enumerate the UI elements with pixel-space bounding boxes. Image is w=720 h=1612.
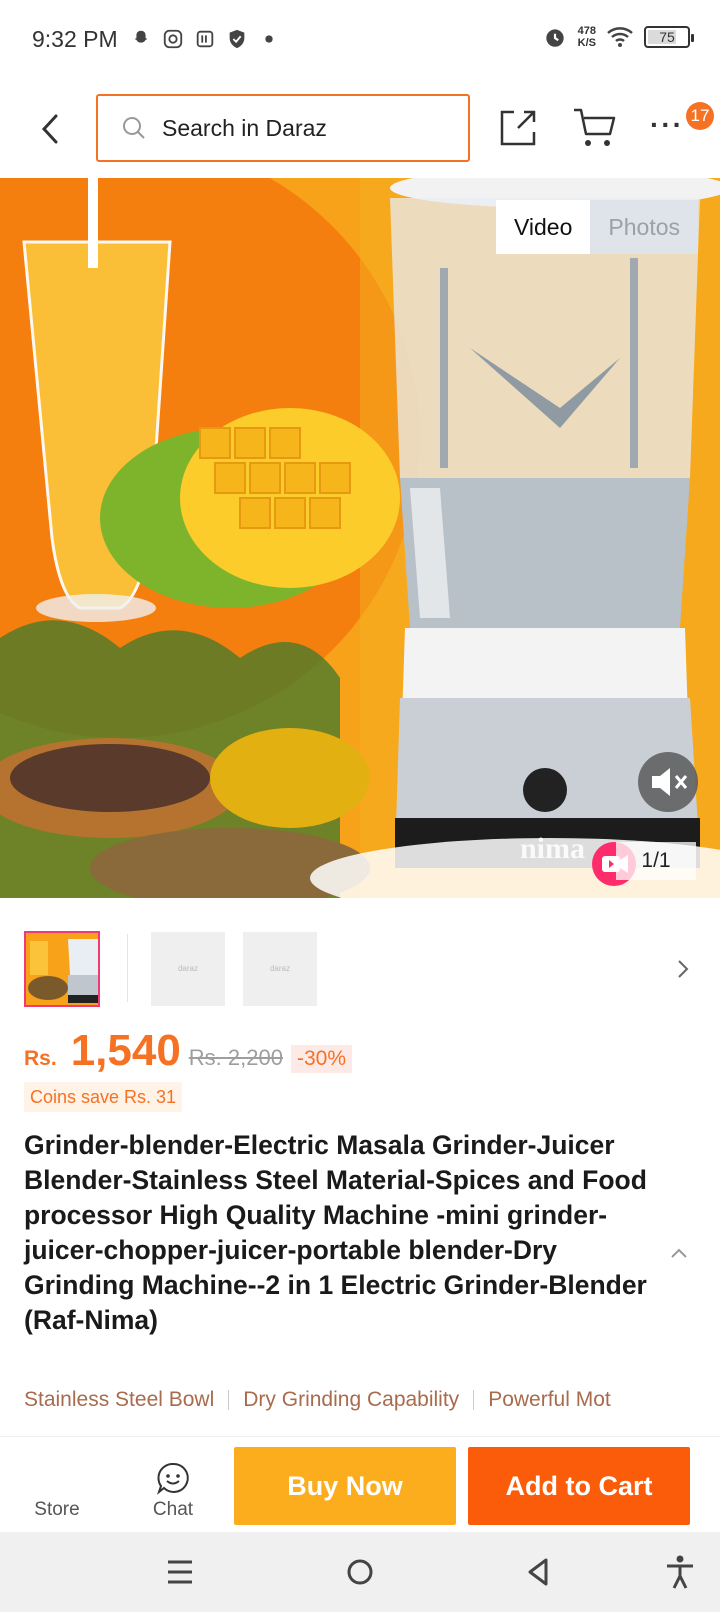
home-icon[interactable] [340,1552,380,1592]
add-to-cart-button[interactable]: Add to Cart [468,1447,690,1525]
search-placeholder: Search in Daraz [162,114,327,141]
thumbnail-placeholder-logo: daraz [177,964,198,973]
media-counter: 1/1 [616,842,696,880]
network-speed: 478 K/S [578,25,596,49]
shield-icon [229,29,245,49]
highlight-item: Stainless Steel Bowl [24,1388,215,1411]
thumbnail-strip: daraz daraz [0,920,720,1020]
bottom-action-bar: Store Chat Buy Now Add to Cart [0,1436,720,1532]
tab-photos[interactable]: Photos [590,200,698,254]
highlight-divider [473,1390,475,1411]
status-time: 9:32 PM [32,26,118,52]
recent-apps-icon[interactable] [160,1552,200,1592]
tab-video[interactable]: Video [495,200,591,254]
back-icon[interactable] [518,1552,558,1592]
currency-label: Rs. [24,1047,57,1070]
battery-level: 75 [659,29,675,45]
highlight-item: Dry Grinding Capability [243,1388,460,1411]
highlight-divider [228,1390,230,1411]
cart-icon[interactable] [572,106,618,150]
battery-icon: 75 [644,26,694,48]
search-input[interactable]: Search in Daraz [96,94,470,162]
top-header: Search in Daraz ··· 17 [0,80,720,178]
mute-toggle[interactable] [638,752,698,812]
buy-now-button[interactable]: Buy Now [234,1447,456,1525]
instagram-icon [163,29,183,49]
media-tabs: Video Photos [495,200,698,254]
store-button[interactable]: Store [20,1437,94,1533]
back-arrow-icon[interactable] [30,106,70,152]
accessibility-icon[interactable] [660,1552,700,1592]
thumbnail-image [26,933,98,1005]
product-image: nima [0,178,720,898]
current-price: 1,540 [70,1026,181,1075]
speaker-muted-icon [652,768,688,796]
share-icon[interactable] [496,106,540,150]
product-media[interactable]: nima Video Photos 1/1 [0,178,720,898]
coins-savings-badge: Coins save Rs. 31 [24,1082,183,1112]
original-price: Rs. 2,200 [188,1045,283,1070]
status-bar: 9:32 PM 478 K/S 75 [0,0,720,80]
chevron-up-icon[interactable] [668,1244,690,1262]
notification-badge: 17 [686,102,714,130]
alarm-icon [545,29,564,47]
discount-badge: -30% [290,1045,352,1073]
thumbnail-placeholder[interactable]: daraz [151,932,225,1006]
speed-unit: K/S [577,37,596,49]
highlight-item: Powerful Mot [488,1388,611,1411]
chat-label: Chat [152,1499,194,1520]
chat-icon [156,1462,189,1495]
system-navigation-bar [0,1532,720,1612]
chat-button[interactable]: Chat [136,1437,210,1533]
thumbnail-divider [127,934,128,1002]
store-label: Store [34,1499,80,1520]
search-icon [123,117,145,139]
product-title: Grinder-blender-Electric Masala Grinder-… [24,1130,647,1335]
app-icon [196,30,214,48]
thumbnail-placeholder-logo: daraz [269,964,290,973]
price-row: Rs. 1,540 Rs. 2,200 -30% [24,1026,352,1082]
dot-icon [265,35,273,43]
notification-icons [130,28,280,50]
chevron-right-icon[interactable] [672,956,694,982]
product-highlights: Stainless Steel Bowl Dry Grinding Capabil… [24,1388,720,1422]
speed-value: 478 [577,25,596,37]
thumbnail-selected[interactable] [24,931,100,1007]
thumbnail-placeholder[interactable]: daraz [243,932,317,1006]
wifi-icon [607,27,633,47]
snapchat-icon [134,30,148,43]
system-icons: 478 K/S 75 [542,24,694,50]
